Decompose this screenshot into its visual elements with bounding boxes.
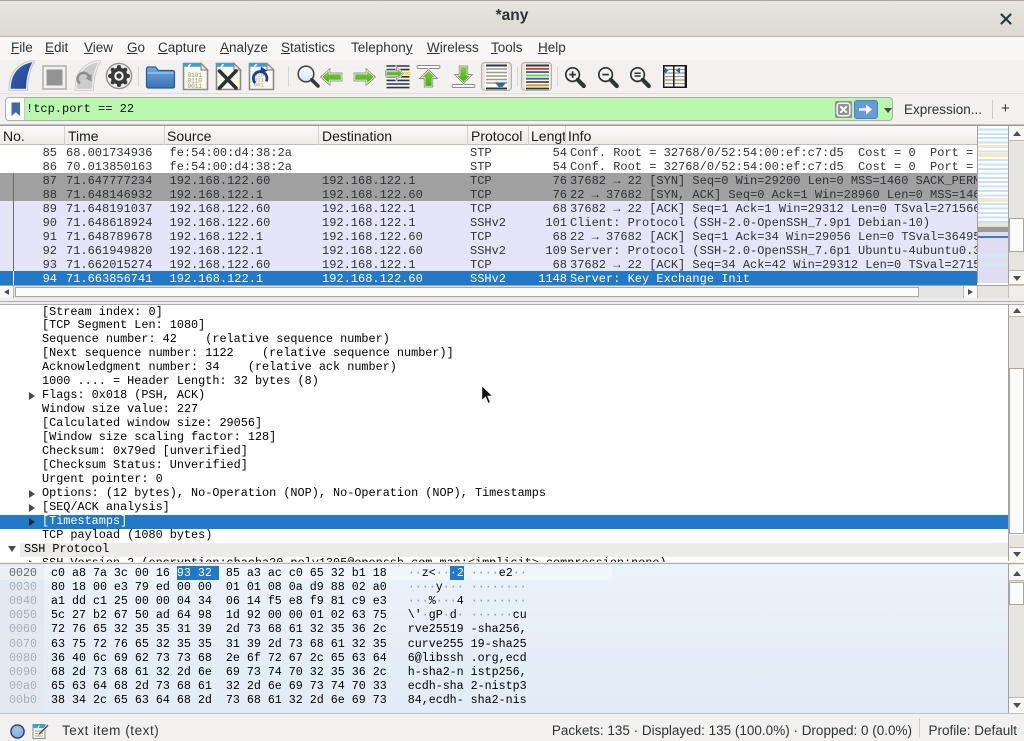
svg-text:0011: 0011	[188, 83, 203, 90]
